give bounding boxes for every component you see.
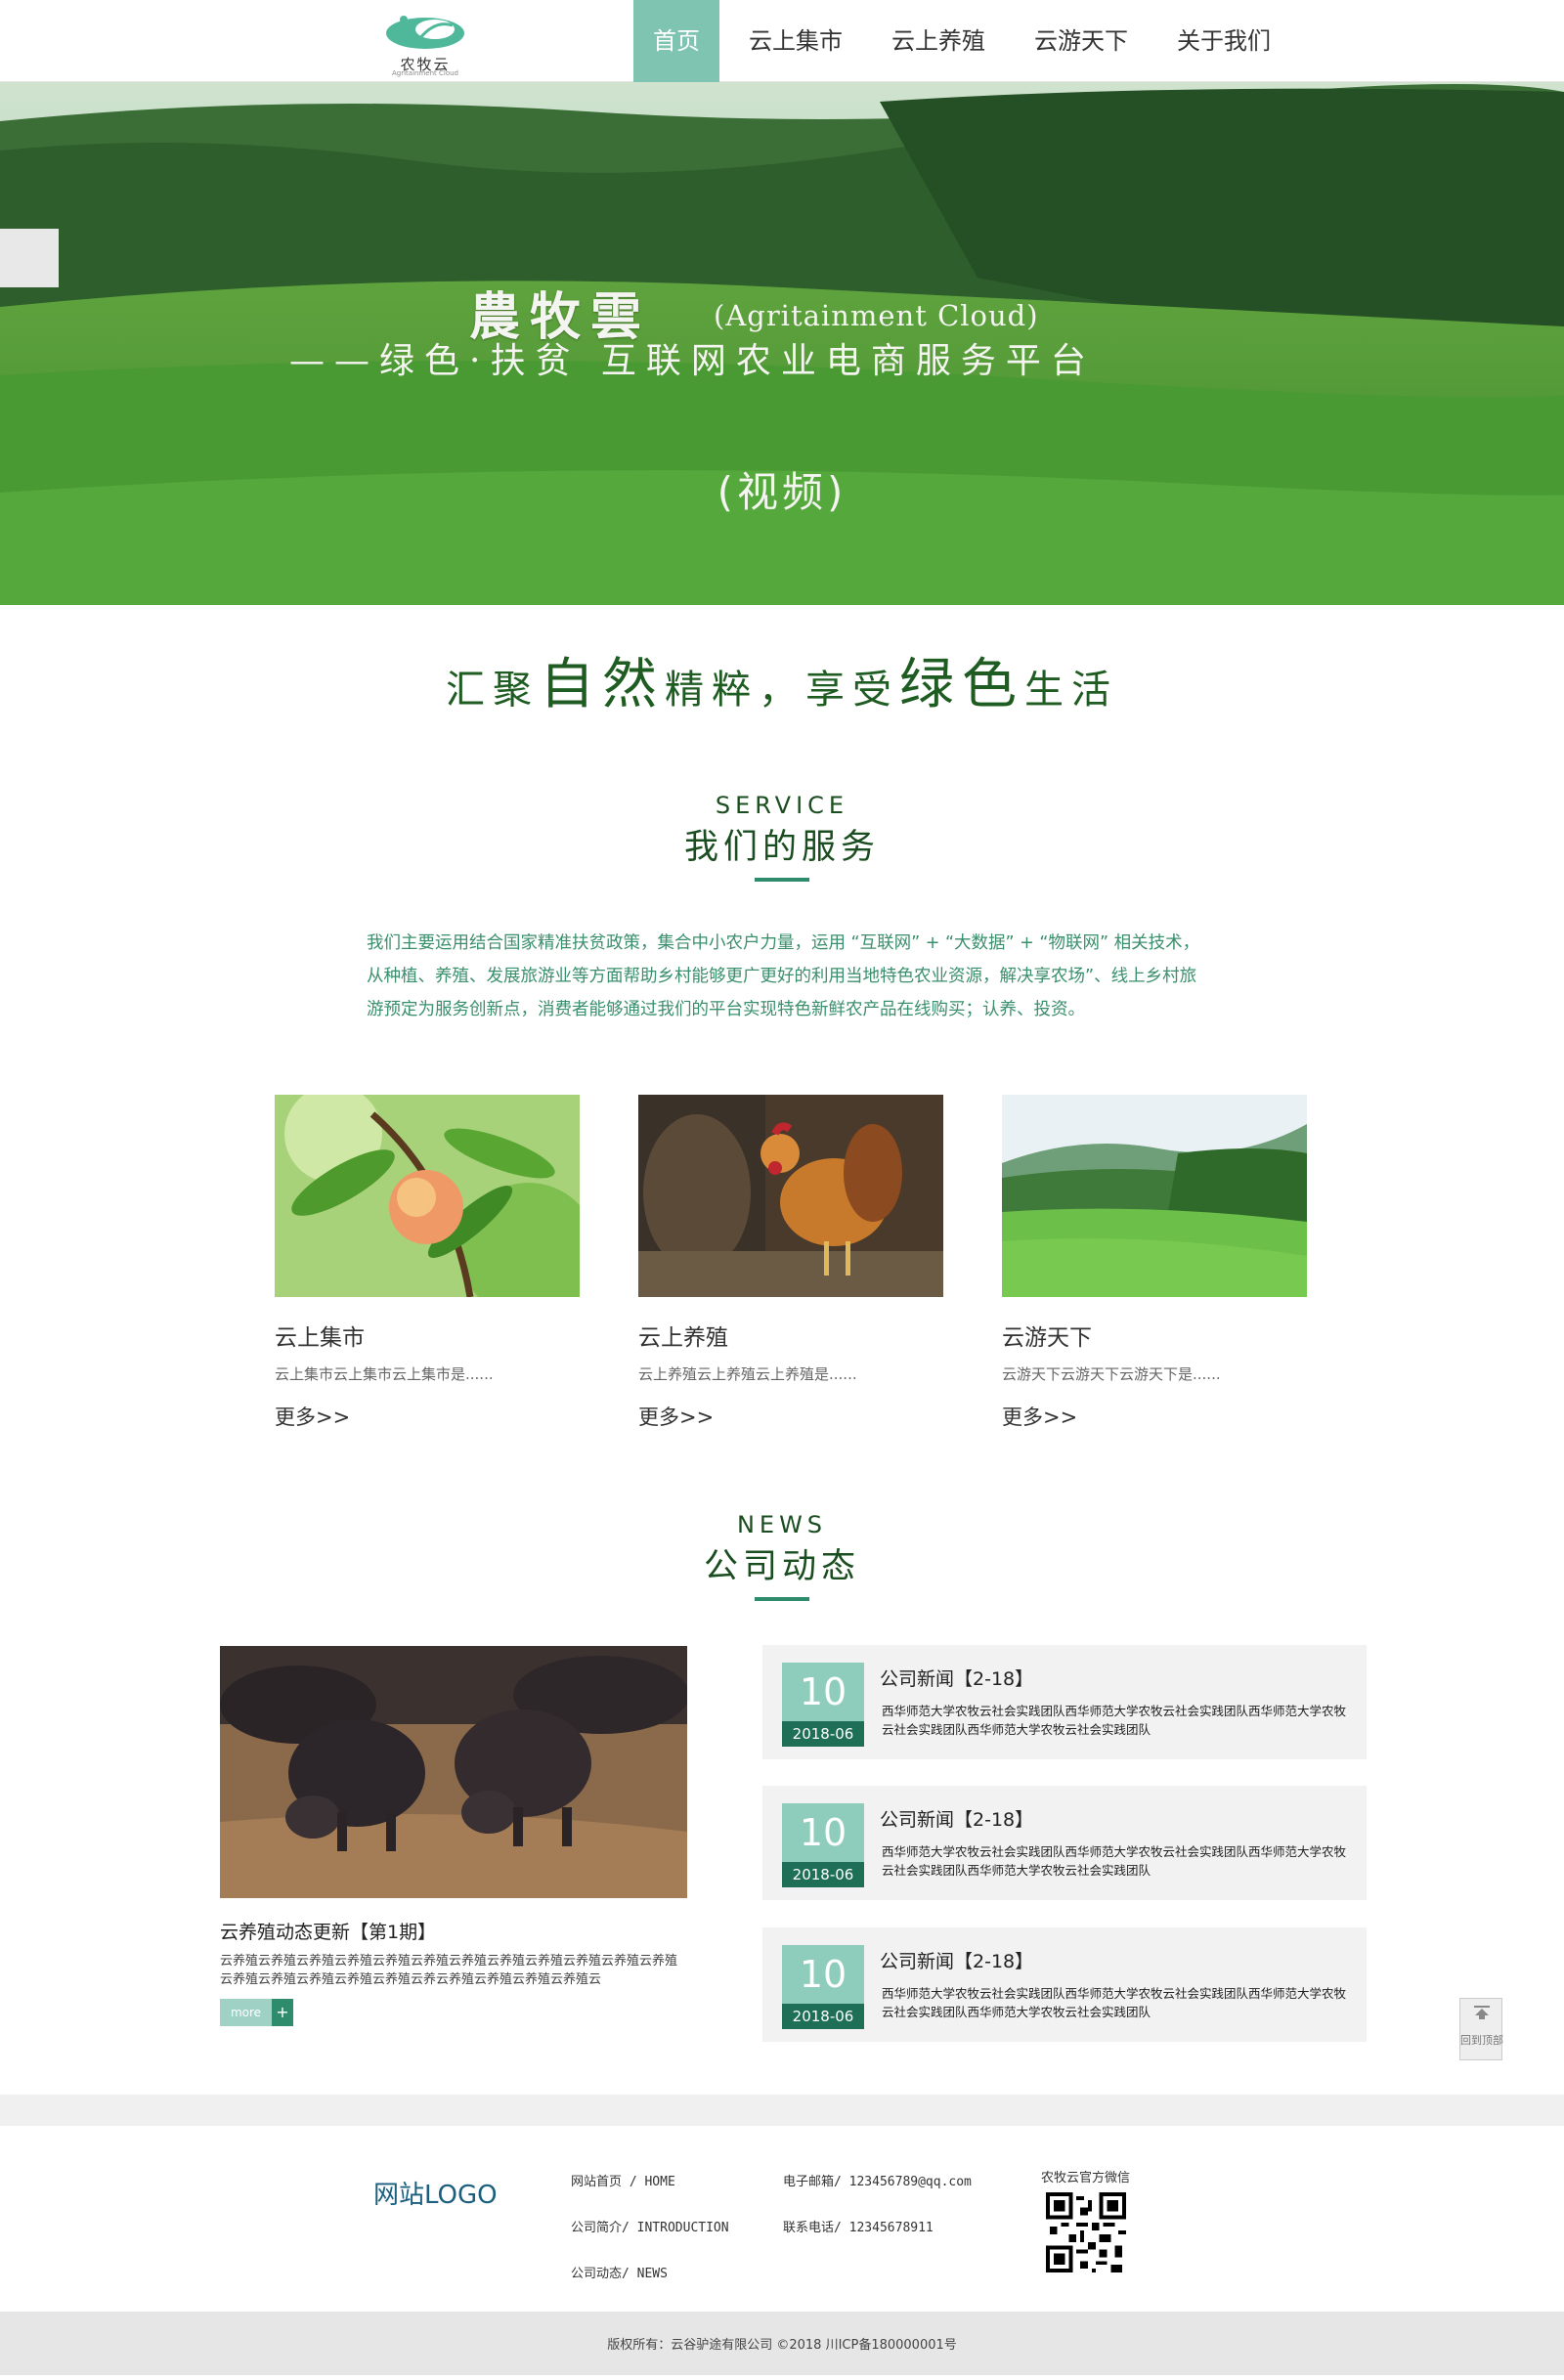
news-title[interactable]: 公司新闻【2-18】 [880,1947,1033,1973]
nav-about[interactable]: 关于我们 [1157,0,1290,82]
service-card-travel[interactable]: 云游天下 云游天下云游天下云游天下是...... 更多>> [1002,1095,1307,1431]
news-title[interactable]: 公司新闻【2-18】 [880,1805,1033,1832]
news-year-month: 2018-06 [782,1721,864,1747]
banner-subtitle: ——绿色·扶贫 互联网农业电商服务平台 [289,341,1096,381]
footer-link-home[interactable]: 网站首页 / HOME [571,2173,729,2219]
plus-icon[interactable]: + [272,1999,293,2026]
news-date: 10 2018-06 [782,1663,864,1747]
back-to-top-button[interactable]: 回到顶部 [1459,1998,1503,2060]
slogan-part: 生活 [1024,668,1118,713]
news-heading-en: NEWS [736,1511,828,1538]
nav-farming[interactable]: 云上养殖 [872,0,1005,82]
service-card-market[interactable]: 云上集市 云上集市云上集市云上集市是...... 更多>> [275,1095,580,1431]
featured-news-desc: 云养殖云养殖云养殖云养殖云养殖云养殖云养殖云养殖云养殖云养殖云养殖云养殖云养殖云… [220,1954,678,1987]
service-card-farming[interactable]: 云上养殖 云上养殖云上养殖云上养殖是...... 更多>> [638,1095,943,1431]
news-item[interactable]: 10 2018-06 公司新闻【2-18】 西华师范大学农牧云社会实践团队西华师… [762,1786,1367,1900]
pigs-image [220,1646,687,1898]
peach-image [275,1095,580,1297]
news-desc: 西华师范大学农牧云社会实践团队西华师范大学农牧云社会实践团队西华师范大学农牧云社… [882,1986,1347,2019]
featured-news[interactable]: 云养殖动态更新【第1期】 云养殖云养殖云养殖云养殖云养殖云养殖云养殖云养殖云养殖… [220,1646,687,2026]
arrow-up-icon [1474,2006,1490,2019]
chicken-image [638,1095,943,1297]
card-title: 云上集市 [275,1325,365,1351]
slogan-part: 精粹，享受 [665,668,899,713]
service-intro: 我们主要运用结合国家精准扶贫政策，集合中小农户力量，运用 “互联网” + “大数… [367,933,1200,1019]
landscape-image [1002,1095,1307,1297]
service-underline [755,878,809,882]
footer-contact: 电子邮箱/ 123456789@qq.com 联系电话/ 12345678911 [783,2173,972,2265]
logo-subtext: Agritainment Cloud [392,69,458,77]
card-more-link[interactable]: 更多>> [275,1402,580,1431]
footer-email: 电子邮箱/ 123456789@qq.com [783,2175,972,2189]
more-label[interactable]: more [220,1999,272,2026]
back-to-top-label: 回到顶部 [1460,2034,1503,2047]
news-item[interactable]: 10 2018-06 公司新闻【2-18】 西华师范大学农牧云社会实践团队西华师… [762,1645,1367,1759]
service-heading-en: SERVICE [715,792,849,819]
footer-link-intro[interactable]: 公司简介/ INTRODUCTION [571,2219,729,2265]
card-desc: 云游天下云游天下云游天下是...... [1002,1365,1221,1383]
card-desc: 云上养殖云上养殖云上养殖是...... [638,1365,857,1383]
wechat-qr-code-icon [1046,2192,1126,2272]
news-date: 10 2018-06 [782,1945,864,2029]
logo-leaf-icon [386,16,464,49]
news-date: 10 2018-06 [782,1803,864,1887]
site-footer: 网站LOGO 网站首页 / HOME 公司简介/ INTRODUCTION 公司… [0,2126,1564,2312]
footer-link-news[interactable]: 公司动态/ NEWS [571,2265,729,2311]
card-more-link[interactable]: 更多>> [638,1402,943,1431]
footer-separator [0,2095,1564,2126]
news-year-month: 2018-06 [782,1862,864,1887]
news-day: 10 [799,1953,847,1996]
banner-video-label[interactable]: (视频) [0,459,1564,519]
featured-news-more-button[interactable]: more + [220,1999,687,2026]
hero-banner[interactable]: 農牧雲 (Agritainment Cloud) ——绿色·扶贫 互联网农业电商… [0,82,1564,605]
slogan-part: 汇聚 [446,668,540,713]
news-day: 10 [799,1811,847,1854]
banner-title-en: (Agritainment Cloud) [714,299,1039,332]
copyright: 版权所有：云谷驴途有限公司 ©2018 川ICP备180000001号 [0,2312,1564,2375]
news-title[interactable]: 公司新闻【2-18】 [880,1665,1033,1691]
news-desc: 西华师范大学农牧云社会实践团队西华师范大学农牧云社会实践团队西华师范大学农牧云社… [882,1704,1347,1737]
nav-home[interactable]: 首页 [633,0,719,82]
news-underline [755,1597,809,1601]
main-nav: 首页 云上集市 云上养殖 云游天下 关于我们 [633,0,1300,82]
site-header: 农牧云 Agritainment Cloud 首页 云上集市 云上养殖 云游天下… [0,0,1564,82]
footer-links: 网站首页 / HOME 公司简介/ INTRODUCTION 公司动态/ NEW… [571,2173,729,2311]
card-desc: 云上集市云上集市云上集市是...... [275,1365,494,1383]
nav-travel[interactable]: 云游天下 [1015,0,1148,82]
slogan-highlight: 绿色 [899,653,1024,716]
service-heading: 我们的服务 [683,828,880,867]
card-title: 云游天下 [1002,1325,1092,1351]
footer-logo[interactable]: 网站LOGO [373,2175,498,2211]
news-item[interactable]: 10 2018-06 公司新闻【2-18】 西华师范大学农牧云社会实践团队西华师… [762,1927,1367,2042]
card-more-link[interactable]: 更多>> [1002,1402,1307,1431]
news-year-month: 2018-06 [782,2004,864,2029]
news-heading: 公司动态 [703,1547,860,1586]
news-desc: 西华师范大学农牧云社会实践团队西华师范大学农牧云社会实践团队西华师范大学农牧云社… [882,1844,1347,1878]
slogan: 汇聚自然精粹，享受绿色生活 [0,640,1564,719]
news-day: 10 [799,1670,847,1713]
card-title: 云上养殖 [638,1325,728,1351]
footer-phone: 联系电话/ 12345678911 [783,2221,934,2235]
featured-news-title[interactable]: 云养殖动态更新【第1期】 [220,1918,687,1944]
site-logo[interactable]: 农牧云 Agritainment Cloud [376,8,474,77]
nav-market[interactable]: 云上集市 [729,0,862,82]
qr-label: 农牧云官方微信 [1041,2171,1131,2185]
slogan-highlight: 自然 [540,653,665,716]
